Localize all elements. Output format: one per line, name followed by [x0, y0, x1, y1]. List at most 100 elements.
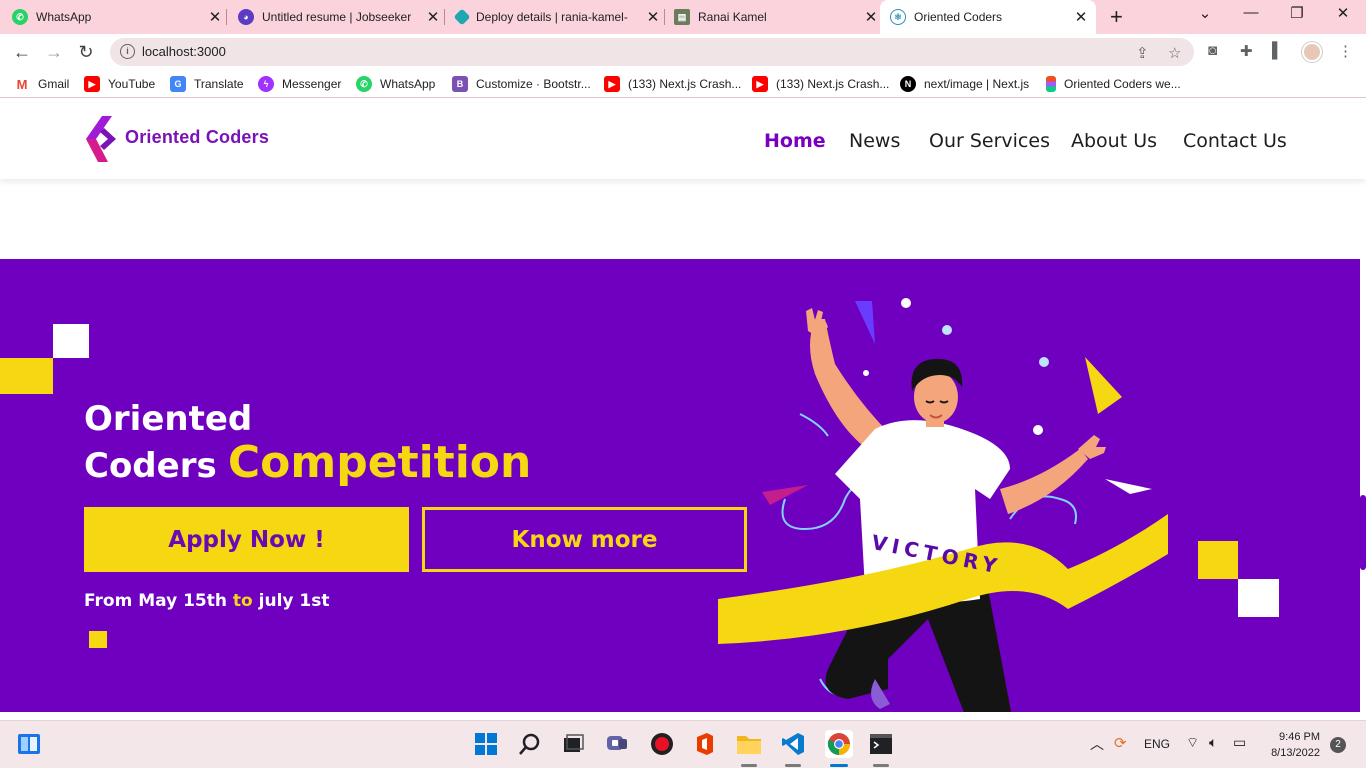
close-tab-icon[interactable]: ✕ — [208, 8, 222, 26]
whatsapp-icon: ✆ — [12, 9, 28, 25]
share-icon[interactable]: ⇪ — [1136, 44, 1149, 62]
page-scrollbar[interactable] — [1360, 495, 1366, 570]
language-indicator[interactable]: ENG — [1144, 737, 1170, 751]
notification-badge[interactable]: 2 — [1330, 737, 1346, 753]
nav-our-services[interactable]: Our Services — [929, 130, 1050, 152]
address-bar[interactable]: i localhost:3000 ⇪ ☆ — [110, 38, 1194, 66]
teams-chat-icon[interactable] — [604, 731, 630, 757]
chrome-icon[interactable] — [825, 730, 853, 758]
apply-now-button[interactable]: Apply Now ! — [84, 507, 409, 572]
bookmark-label: WhatsApp — [380, 77, 436, 91]
tab-search-icon[interactable]: ⌄ — [1195, 4, 1215, 22]
bookmark-gmail[interactable]: M Gmail — [14, 76, 69, 92]
bookmark-nextjs-crash-2[interactable]: ▶ (133) Next.js Crash... — [752, 76, 889, 92]
confetti-dot — [863, 370, 869, 376]
confetti-dot — [1033, 425, 1043, 435]
confetti-squiggle — [799, 413, 829, 437]
tab-ranai-kamel[interactable]: ▤ Ranai Kamel ✕ — [674, 0, 878, 34]
running-indicator — [873, 764, 889, 767]
bookmark-figma[interactable]: Oriented Coders we... — [1046, 76, 1181, 92]
bookmark-label: Customize · Bootstr... — [476, 77, 591, 91]
competition-dates: From May 15th to july 1st — [84, 591, 329, 611]
close-tab-icon[interactable]: ✕ — [426, 8, 440, 26]
terminal-icon[interactable] — [868, 731, 894, 757]
site-info-icon[interactable]: i — [120, 44, 135, 59]
reload-button[interactable]: ↻ — [74, 40, 98, 64]
close-tab-icon[interactable]: ✕ — [864, 8, 878, 26]
site-header: Oriented Coders Home News Our Services A… — [0, 103, 1366, 179]
new-tab-button[interactable]: + — [1110, 4, 1123, 30]
profile-avatar[interactable] — [1302, 42, 1322, 62]
running-indicator — [741, 764, 757, 767]
task-view-icon[interactable] — [560, 731, 586, 757]
wifi-icon[interactable]: ⌔ — [1186, 734, 1199, 752]
tab-divider — [444, 9, 445, 25]
confetti-triangle — [855, 301, 875, 344]
netlify-icon — [453, 8, 471, 26]
close-window-button[interactable]: ✕ — [1333, 4, 1353, 22]
bookmark-next-image[interactable]: N next/image | Next.js — [900, 76, 1029, 92]
logo-text[interactable]: Oriented Coders — [125, 127, 269, 148]
menu-kebab-icon[interactable]: ⋮ — [1338, 42, 1353, 60]
file-explorer-icon[interactable] — [736, 731, 762, 757]
recorder-icon[interactable] — [649, 731, 675, 757]
nav-home[interactable]: Home — [764, 130, 826, 152]
tab-jobseeker[interactable]: ◕ Untitled resume | Jobseeker ✕ — [238, 0, 440, 34]
bookmark-bootstrap[interactable]: B Customize · Bootstr... — [452, 76, 591, 92]
forward-button[interactable]: → — [42, 40, 66, 64]
date-to-word: to — [232, 591, 253, 611]
camera-extension-icon[interactable]: ◙ — [1208, 42, 1217, 59]
close-tab-icon[interactable]: ✕ — [1074, 8, 1088, 26]
office-icon[interactable] — [692, 731, 718, 757]
battery-icon[interactable]: ▭ — [1233, 734, 1246, 751]
tab-title: WhatsApp — [36, 10, 92, 24]
tab-title: Untitled resume | Jobseeker — [262, 10, 412, 24]
confetti-triangle — [1085, 357, 1122, 414]
bookmark-youtube[interactable]: ▶ YouTube — [84, 76, 155, 92]
tab-oriented-coders[interactable]: ⚛ Oriented Coders ✕ — [880, 0, 1096, 34]
nav-contact-us[interactable]: Contact Us — [1183, 130, 1287, 152]
close-tab-icon[interactable]: ✕ — [646, 8, 660, 26]
logo-mark-icon[interactable] — [86, 116, 116, 162]
bookmark-translate[interactable]: G Translate — [170, 76, 244, 92]
decor-square — [1238, 579, 1279, 617]
tab-whatsapp[interactable]: ✆ WhatsApp ✕ — [12, 0, 222, 34]
bookmark-label: (133) Next.js Crash... — [776, 77, 890, 91]
bookmark-label: Gmail — [38, 77, 70, 91]
tab-netlify[interactable]: Deploy details | rania-kamel- ✕ — [453, 0, 660, 34]
translate-icon: G — [170, 76, 186, 92]
system-clock[interactable]: 9:46 PM 8/13/2022 — [1262, 729, 1320, 761]
bookmark-nextjs-crash-1[interactable]: ▶ (133) Next.js Crash... — [604, 76, 741, 92]
youtube-icon: ▶ — [84, 76, 100, 92]
bookmark-messenger[interactable]: ϟ Messenger — [258, 76, 341, 92]
minimize-button[interactable]: — — [1241, 4, 1261, 21]
know-more-button[interactable]: Know more — [422, 507, 747, 572]
figma-icon — [1046, 76, 1056, 92]
bookmark-label: Messenger — [282, 77, 342, 91]
decor-square — [0, 358, 53, 394]
back-button[interactable]: ← — [10, 40, 34, 64]
restore-button[interactable]: ❐ — [1287, 4, 1307, 22]
nav-about-us[interactable]: About Us — [1071, 130, 1157, 152]
chevron-up-icon[interactable]: ︿ — [1090, 734, 1104, 754]
bookmark-label: next/image | Next.js — [924, 77, 1030, 91]
clock-time: 9:46 PM — [1279, 731, 1320, 743]
nav-news[interactable]: News — [849, 130, 900, 152]
widgets-icon[interactable] — [16, 731, 42, 757]
clock-date: 8/13/2022 — [1271, 747, 1320, 759]
youtube-icon: ▶ — [752, 76, 768, 92]
gmail-icon: M — [14, 76, 30, 92]
side-panel-icon[interactable]: ▌ — [1272, 42, 1283, 59]
extensions-puzzle-icon[interactable]: ✚ — [1240, 42, 1253, 60]
bookmark-star-icon[interactable]: ☆ — [1168, 44, 1181, 62]
volume-icon[interactable]: 🔈︎ — [1209, 734, 1217, 751]
jobseeker-icon: ◕ — [238, 9, 254, 25]
search-icon[interactable] — [517, 731, 543, 757]
start-icon[interactable] — [473, 731, 499, 757]
confetti-dot — [942, 325, 952, 335]
tab-title: Oriented Coders — [914, 10, 1003, 24]
whatsapp-icon: ✆ — [356, 76, 372, 92]
vscode-icon[interactable] — [780, 731, 806, 757]
sync-icon[interactable]: ⟳ — [1114, 734, 1127, 752]
bookmark-whatsapp[interactable]: ✆ WhatsApp — [356, 76, 435, 92]
